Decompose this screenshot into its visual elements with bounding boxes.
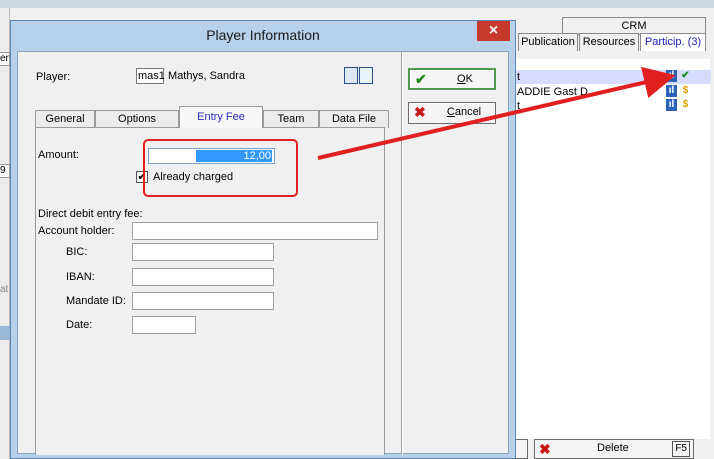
background-button-stub[interactable] <box>514 439 528 459</box>
checkmark-icon: ✔ <box>415 71 427 87</box>
cancel-button[interactable]: ✖ Cancel <box>408 102 496 124</box>
annotation-highlight-box <box>143 139 298 197</box>
background-stub: er <box>0 52 10 66</box>
list-item[interactable]: t ıl $ <box>511 99 711 113</box>
list-item-text: t <box>517 71 521 83</box>
ok-button-label: OK <box>457 73 473 85</box>
list-item-icons: ıl ✔ <box>666 70 691 82</box>
tab-team[interactable]: Team <box>263 110 319 128</box>
list-item-icons: ıl $ <box>666 85 691 97</box>
account-holder-input[interactable] <box>132 222 378 240</box>
player-information-dialog: Player Information × Player: mas1 Mathys… <box>10 20 516 459</box>
player-lookup-button[interactable] <box>344 67 374 85</box>
list-item-text: t <box>517 100 521 112</box>
background-title-strip <box>0 0 714 8</box>
date-input[interactable] <box>132 316 196 334</box>
ok-button[interactable]: ✔ OK <box>408 68 496 90</box>
background-stub: 9 <box>0 164 10 178</box>
tab-resources[interactable]: Resources <box>579 33 639 51</box>
close-button[interactable]: × <box>477 21 510 41</box>
list-item[interactable]: t ıl ✔ <box>511 70 711 84</box>
delete-button[interactable]: ✖ Delete F5 <box>534 439 694 459</box>
bic-label: BIC: <box>66 246 88 258</box>
player-label: Player: <box>36 71 71 83</box>
tab-participants[interactable]: Particip. (3) <box>640 33 706 51</box>
delete-button-label: Delete <box>597 442 629 454</box>
amount-label: Amount: <box>38 149 79 161</box>
cancel-x-icon: ✖ <box>414 104 426 120</box>
check-icon: ✔ <box>681 70 690 81</box>
participants-list: t ıl ✔ ADDIE Gast D ıl $ t ıl $ <box>510 59 711 439</box>
list-item-icons: ıl $ <box>666 99 691 111</box>
tab-publication[interactable]: Publication <box>518 33 578 51</box>
chart-icon: ıl <box>666 85 677 97</box>
cancel-button-label: Cancel <box>446 106 482 118</box>
iban-input[interactable] <box>132 268 274 286</box>
mandate-id-input[interactable] <box>132 292 274 310</box>
bic-input[interactable] <box>132 243 274 261</box>
player-code-field[interactable]: mas1 <box>136 68 165 84</box>
money-icon: $ <box>682 85 689 96</box>
player-name: Mathys, Sandra <box>168 70 246 82</box>
list-item-text: ADDIE Gast D <box>517 86 588 98</box>
account-holder-label: Account holder: <box>38 225 115 237</box>
money-icon: $ <box>682 99 689 110</box>
delete-x-icon: ✖ <box>539 441 551 457</box>
dialog-titlebar[interactable]: Player Information × <box>11 21 515 51</box>
mandate-id-label: Mandate ID: <box>66 295 126 307</box>
direct-debit-heading: Direct debit entry fee: <box>38 208 143 220</box>
card-icon <box>344 67 358 84</box>
dialog-client-area: Player: mas1 Mathys, Sandra General Opti… <box>17 51 509 455</box>
entry-fee-panel: Amount: 12,00 ✔ Already charged Direct d… <box>35 127 385 455</box>
chart-icon: ıl <box>666 70 677 82</box>
button-column-separator <box>401 52 403 455</box>
tab-general[interactable]: General <box>35 110 95 128</box>
search-icon <box>359 67 373 84</box>
dialog-title: Player Information <box>206 27 320 43</box>
tab-data-file[interactable]: Data File <box>319 110 389 128</box>
background-stub: at <box>0 284 9 295</box>
background-selection-bar <box>0 326 10 340</box>
date-label: Date: <box>66 319 93 331</box>
dialog-tabs: General Options Entry Fee Team Data File <box>35 106 389 128</box>
tab-entry-fee[interactable]: Entry Fee <box>179 106 263 128</box>
tab-options[interactable]: Options <box>95 110 179 128</box>
chart-icon: ıl <box>666 99 677 111</box>
list-item[interactable]: ADDIE Gast D ıl $ <box>511 85 711 99</box>
iban-label: IBAN: <box>66 271 95 283</box>
background-left-panel: er 9 at <box>0 8 10 459</box>
delete-shortcut-key: F5 <box>672 441 690 457</box>
